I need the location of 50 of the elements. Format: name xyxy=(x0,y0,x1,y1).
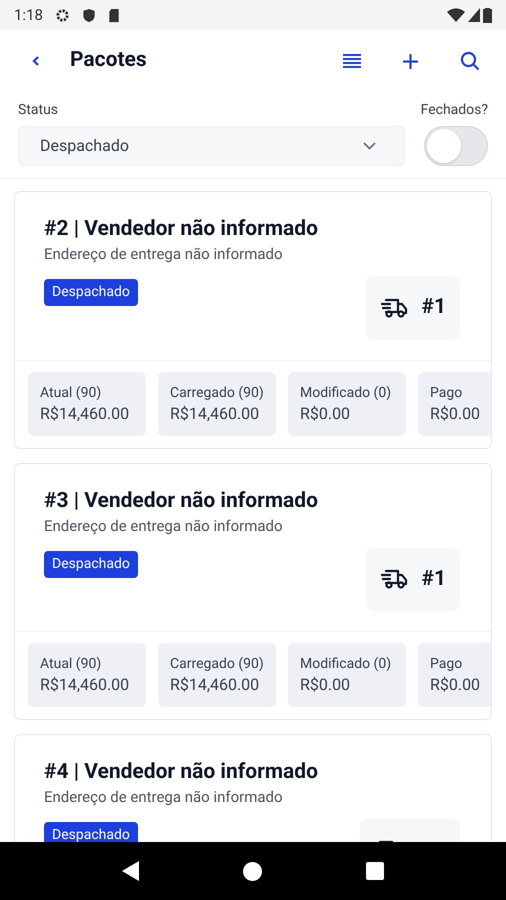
clock: 1:18 xyxy=(14,4,43,26)
package-title: #4 | Vendedor não informado xyxy=(44,759,319,786)
status-label: Status xyxy=(18,101,60,120)
page-title: Pacotes xyxy=(70,47,148,74)
status-badge: Despachado xyxy=(44,822,138,842)
total-label: Modificado (0) xyxy=(300,655,392,674)
total-label: Atual (90) xyxy=(40,384,102,402)
total-value: R$14,460.00 xyxy=(40,402,130,424)
signal-icon xyxy=(468,8,480,22)
total-label: Carregado (90) xyxy=(170,655,264,674)
total-value: R$14,460.00 xyxy=(40,674,130,696)
chevron-left-icon xyxy=(31,54,41,68)
closed-toggle[interactable] xyxy=(424,126,488,166)
total-label: Pago xyxy=(430,655,464,674)
chevron-down-icon xyxy=(362,142,376,150)
vehicle-number: #1 xyxy=(422,566,446,592)
package-card[interactable]: #3 | Vendedor não informado Endereço de entrega não informado Despachado #1 Atual (90) R$14,460.00 Carregado (90) R$14,460.00 Modificado (0) R$0.00 Pago R$0.00 xyxy=(14,462,492,720)
truck-icon xyxy=(380,296,408,319)
total-value: R$14,460.00 xyxy=(170,674,260,696)
package-address: Endereço de entrega não informado xyxy=(44,516,284,536)
total-label: Carregado (90) xyxy=(170,384,264,402)
package-title: #2 | Vendedor não informado xyxy=(44,216,319,243)
vehicle-number: #1 xyxy=(422,294,446,321)
truck-icon xyxy=(380,568,408,590)
total-label: Atual (90) xyxy=(40,655,102,674)
shield-icon xyxy=(82,8,96,22)
back-nav-icon[interactable] xyxy=(122,861,140,881)
recents-nav-icon[interactable] xyxy=(366,862,384,880)
status-badge: Despachado xyxy=(44,550,138,578)
gear-icon xyxy=(54,8,70,22)
package-address: Endereço de entrega não informado xyxy=(44,244,284,264)
wifi-icon xyxy=(447,8,465,22)
total-value: R$14,460.00 xyxy=(170,402,260,424)
battery-icon xyxy=(483,7,492,23)
status-select[interactable]: Despachado xyxy=(18,126,405,166)
status-badge: Despachado xyxy=(44,279,138,306)
total-label: Pago xyxy=(430,384,464,402)
package-card[interactable]: #4 | Vendedor não informado Endereço de entrega não informado Despachado xyxy=(14,734,492,842)
total-value: R$0.00 xyxy=(430,674,482,696)
total-label: Modificado (0) xyxy=(300,384,392,402)
home-nav-icon[interactable] xyxy=(243,862,262,880)
package-card[interactable]: #2 | Vendedor não informado Endereço de entrega não informado Despachado #1 Atual (90) R$14,460.00 Carregado (90) R$14,460.00 Modificado (0) R$0.00 Pago R$0.00 xyxy=(14,191,492,448)
total-value: R$0.00 xyxy=(300,674,352,696)
package-title: #3 | Vendedor não informado xyxy=(44,488,319,514)
search-button[interactable] xyxy=(458,49,482,73)
closed-label: Fechados? xyxy=(420,101,488,120)
total-value: R$0.00 xyxy=(300,402,352,424)
total-value: R$0.00 xyxy=(430,402,482,424)
package-address: Endereço de entrega não informado xyxy=(44,787,284,807)
sd-card-icon xyxy=(108,8,120,22)
